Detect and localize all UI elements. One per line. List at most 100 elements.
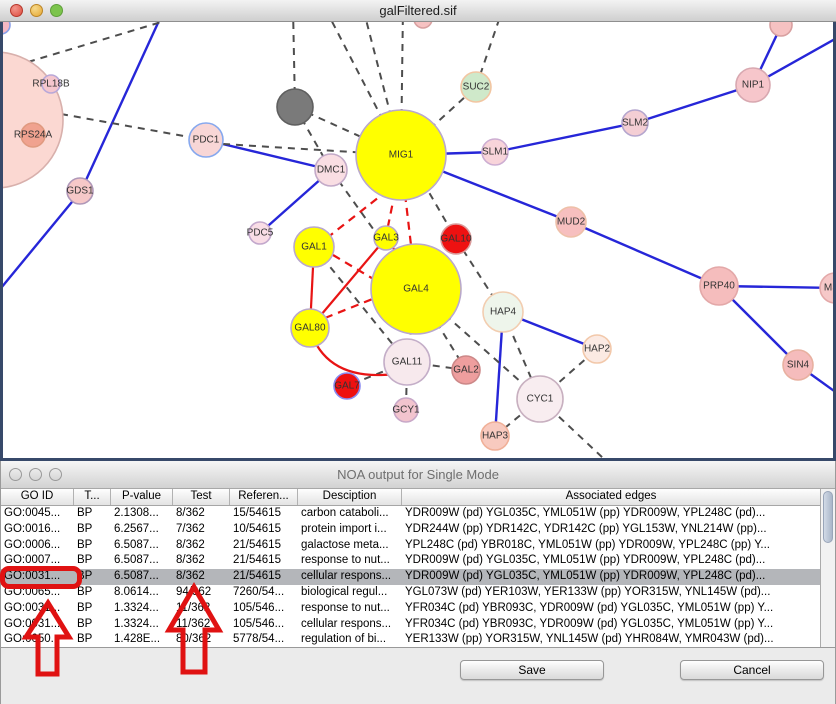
node-circle[interactable] [414,22,432,28]
table-row[interactable]: GO:0031...BP1.3324...11/362105/546...cel… [1,617,835,633]
network-node-unlabeled[interactable] [277,89,313,125]
table-cell: 1.3324... [111,601,173,617]
noa-window: NOA output for Single Mode GO IDT...P-va… [0,461,836,704]
node-circle[interactable] [3,22,10,34]
table-cell: regulation of bi... [298,632,402,648]
network-node-HAP4[interactable]: HAP4 [483,292,523,332]
table-cell: 21/54615 [230,553,298,569]
table-cell: 21/54615 [230,569,298,585]
network-node-SIN4[interactable]: SIN4 [783,350,813,380]
column-header[interactable]: Associated edges [402,489,821,505]
table-cell: cellular respons... [298,569,402,585]
table-cell: BP [74,601,111,617]
network-node-PDC1[interactable]: PDC1 [189,123,223,157]
network-node-GAL7[interactable]: GAL7 [334,373,360,399]
table-row[interactable]: GO:0006...BP6.5087...8/36221/54615galact… [1,538,835,554]
network-edge-blue[interactable] [81,22,163,191]
network-node-GAL10[interactable]: GAL10 [440,224,472,254]
cancel-button[interactable]: Cancel [680,660,824,680]
table-row[interactable]: GO:0016...BP6.2567...7/36210/54615protei… [1,522,835,538]
annotation-highlight-box [0,566,82,589]
network-edge-blue[interactable] [571,222,719,286]
network-edge-gray[interactable] [61,114,206,140]
noa-results-table[interactable]: GO IDT...P-valueTestReferen...Desciption… [1,489,835,648]
network-edge-blue[interactable] [635,85,753,123]
scrollbar-thumb[interactable] [823,491,833,543]
column-header[interactable]: Test [173,489,230,505]
table-cell: carbon cataboli... [298,506,402,522]
network-node-SLM1[interactable]: SLM1 [482,139,509,165]
network-node-GAL80[interactable]: GAL80 [291,309,329,347]
column-header[interactable]: P-value [111,489,173,505]
network-node-HAP2[interactable]: HAP2 [583,335,611,363]
network-node-MUD2[interactable]: MUD2 [556,207,586,237]
network-node-GCY1[interactable]: GCY1 [392,398,420,422]
network-node-GAL3[interactable]: GAL3 [373,226,399,250]
node-circle[interactable] [277,89,313,125]
column-header[interactable]: Referen... [230,489,298,505]
node-circle[interactable] [770,22,792,36]
network-node-SLM2[interactable]: SLM2 [622,110,649,136]
node-label: GAL80 [294,323,326,334]
table-cell: GO:0045... [1,506,74,522]
network-canvas[interactable]: RPL18BRPS24AGDS1PDC1DMC1MIG1SUC2SLM1SLM2… [0,22,836,461]
network-edge-gray[interactable] [28,22,208,62]
network-node-PRP40[interactable]: PRP40 [700,267,738,305]
column-header[interactable]: T... [74,489,111,505]
table-cell: 8/362 [173,506,230,522]
noa-titlebar[interactable]: NOA output for Single Mode [1,461,835,489]
table-cell: GO:0006... [1,538,74,554]
window-title: galFiltered.sif [0,0,836,21]
network-node-unlabeled[interactable] [414,22,432,28]
table-cell: YDR009W (pd) YGL035C, YML051W (pp) YDR00… [402,506,821,522]
table-cell: biological regul... [298,585,402,601]
node-label: MUD2 [557,217,586,228]
table-cell: BP [74,538,111,554]
network-node-MSN[interactable]: MSN [820,273,833,303]
table-body: GO IDT...P-valueTestReferen...Desciption… [1,489,835,648]
network-titlebar[interactable]: galFiltered.sif [0,0,836,22]
network-node-unlabeled[interactable] [3,52,63,188]
table-row[interactable]: GO:0050...BP1.428E...80/3625778/54...reg… [1,632,835,648]
table-cell: galactose meta... [298,538,402,554]
network-graph[interactable]: RPL18BRPS24AGDS1PDC1DMC1MIG1SUC2SLM1SLM2… [3,22,833,458]
network-node-HAP3[interactable]: HAP3 [481,422,509,450]
node-circle[interactable] [3,52,63,188]
table-header-row: GO IDT...P-valueTestReferen...Desciption… [1,489,835,506]
network-node-DMC1[interactable]: DMC1 [315,154,347,186]
table-row[interactable]: GO:0007...BP6.5087...8/36221/54615respon… [1,553,835,569]
network-node-NIP1[interactable]: NIP1 [736,68,770,102]
table-cell: GO:0016... [1,522,74,538]
table-cell: 15/54615 [230,506,298,522]
network-node-SUC2[interactable]: SUC2 [461,72,491,102]
network-node-CYC1[interactable]: CYC1 [517,376,563,422]
network-node-GAL2[interactable]: GAL2 [452,356,480,384]
network-edge-blue[interactable] [3,191,81,288]
network-node-GAL11[interactable]: GAL11 [384,339,430,385]
table-row[interactable]: GO:0031...BP1.3324...11/362105/546...res… [1,601,835,617]
network-node-GAL1[interactable]: GAL1 [294,227,334,267]
table-cell: YER133W (pp) YOR315W, YNL145W (pd) YHR08… [402,632,821,648]
node-label: GAL3 [373,233,399,244]
column-header[interactable]: Desciption [298,489,402,505]
network-node-GAL4[interactable]: GAL4 [371,244,461,334]
table-cell: 7260/54... [230,585,298,601]
table-row[interactable]: GO:0031...BP6.5087...8/36221/54615cellul… [1,569,835,585]
table-cell: 6.5087... [111,553,173,569]
table-cell: 6.5087... [111,538,173,554]
node-label: HAP4 [490,307,517,318]
save-button[interactable]: Save [460,660,604,680]
table-cell: YDR009W (pd) YGL035C, YML051W (pp) YDR00… [402,569,821,585]
network-node-GDS1[interactable]: GDS1 [66,178,94,204]
network-node-unlabeled[interactable] [770,22,792,36]
network-edge-blue[interactable] [495,123,635,152]
table-row[interactable]: GO:0045...BP2.1308...8/36215/54615carbon… [1,506,835,522]
network-node-MIG1[interactable]: MIG1 [356,110,446,200]
network-node-unlabeled[interactable] [3,22,10,34]
node-label: MSN [824,283,833,294]
vertical-scrollbar[interactable] [820,489,835,647]
node-label: GAL7 [334,381,360,392]
column-header[interactable]: GO ID [1,489,74,505]
table-row[interactable]: GO:0065...BP8.0614...94/3627260/54...bio… [1,585,835,601]
node-label: SLM2 [622,118,649,129]
